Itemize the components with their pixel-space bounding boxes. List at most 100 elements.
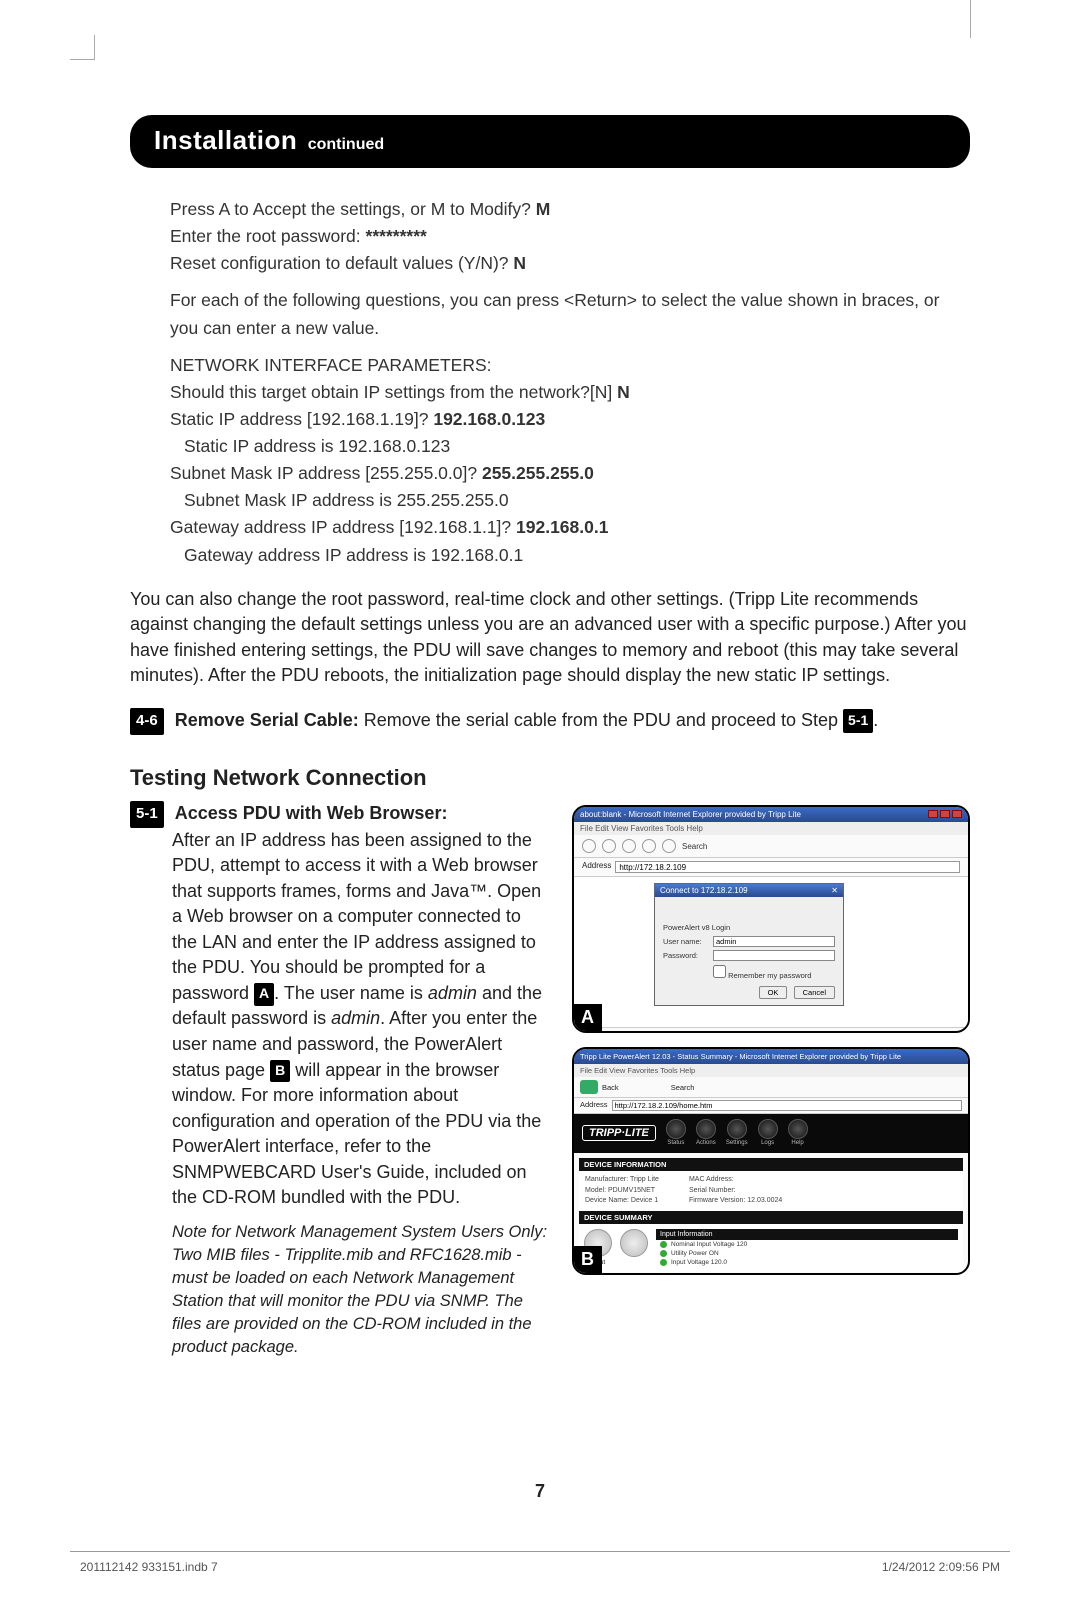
search-label: Search [682,842,707,851]
window-titlebar: Tripp Lite PowerAlert 12.03 - Status Sum… [574,1049,968,1064]
back-label: Back [602,1083,619,1092]
menu-bar: File Edit View Favorites Tools Help [574,822,968,835]
section-subtitle: continued [308,136,384,153]
remember-label: Remember my password [728,971,811,980]
forward-icon [602,839,616,853]
emphasis: admin [331,1008,380,1028]
page-number: 7 [0,1481,1080,1502]
text: Reset configuration to default values (Y… [170,253,513,273]
window-title: Tripp Lite PowerAlert 12.03 - Status Sum… [580,1052,901,1061]
cancel-button[interactable]: Cancel [794,986,835,999]
dialog-title: Connect to 172.18.2.109 [660,886,748,895]
info-row: Utility Power ON [671,1250,719,1257]
crop-mark [70,35,95,60]
ref-badge-a: A [254,983,274,1006]
step-ref-badge: 5-1 [843,709,873,733]
nav-icon [623,1081,635,1093]
note-paragraph: Note for Network Management System Users… [130,1221,550,1360]
terminal-transcript: Press A to Accept the settings, or M to … [170,196,970,569]
info-row: Manufacturer: Tripp Lite [585,1175,659,1186]
window-title: about:blank - Microsoft Internet Explore… [580,810,801,819]
window-controls [928,810,962,819]
back-icon [582,839,596,853]
home-icon [662,839,676,853]
address-input[interactable] [612,1100,962,1111]
status-dot-icon [660,1241,667,1248]
info-row: Device Name: Device 1 [585,1196,659,1207]
remember-checkbox[interactable] [713,965,726,978]
user-input: N [617,382,630,402]
text: For each of the following questions, you… [170,287,970,341]
password-label: Password: [663,951,708,960]
info-row: Model: PDUMV15NET [585,1186,659,1197]
nav-label: Help [791,1140,803,1146]
step-5-1: 5-1 Access PDU with Web Browser: After a… [130,801,550,1359]
screenshot-b: Tripp Lite PowerAlert 12.03 - Status Sum… [572,1047,970,1275]
text: After an IP address has been assigned to… [172,830,541,1003]
text: will appear in the browser window. For m… [172,1060,541,1208]
text: Subnet Mask IP address is 255.255.255.0 [170,487,970,514]
username-input[interactable] [713,936,835,947]
status-dot-icon [660,1259,667,1266]
text: Gateway address IP address [192.168.1.1]… [170,517,516,537]
crop-mark [970,0,971,38]
info-row: Firmware Version: 12.03.0024 [689,1196,782,1207]
tripplite-logo: TRIPP·LITE [582,1125,656,1141]
text: NETWORK INTERFACE PARAMETERS: [170,352,970,379]
help-icon [788,1119,808,1139]
info-row: MAC Address: [689,1175,782,1186]
two-column-layout: 5-1 Access PDU with Web Browser: After a… [130,801,970,1359]
step-badge: 5-1 [130,801,164,827]
login-dialog: Connect to 172.18.2.109✕ PowerAlert v8 L… [654,883,844,1006]
password-input[interactable] [713,950,835,961]
user-input: 192.168.0.1 [516,517,608,537]
logs-icon [758,1119,778,1139]
user-input: 255.255.255.0 [482,463,594,483]
nav-label: Logs [761,1140,774,1146]
text: Press A to Accept the settings, or M to … [170,199,536,219]
browser-toolbar: Back Search [574,1077,968,1098]
search-label: Search [671,1083,695,1092]
nav-label: Settings [726,1140,748,1146]
nav-label: Status [667,1140,684,1146]
screenshot-a: about:blank - Microsoft Internet Explore… [572,805,970,1033]
paragraph: You can also change the root password, r… [130,587,970,689]
status-icon [666,1119,686,1139]
window-titlebar: about:blank - Microsoft Internet Explore… [574,807,968,822]
footer-left: 201112142 933151.indb 7 [80,1560,218,1574]
text: . The user name is [274,983,428,1003]
zone-label: Internet [937,1030,962,1033]
nav-label: Actions [696,1140,716,1146]
refresh-icon [642,839,656,853]
section-heading: DEVICE INFORMATION [579,1158,963,1171]
document-page: Installation continued Press A to Accept… [0,0,1080,1612]
step-title: Access PDU with Web Browser: [175,803,448,823]
step-badge: 4-6 [130,708,164,736]
user-input: M [536,199,551,219]
info-row: Input Voltage 120.0 [671,1259,727,1266]
step-4-6: 4-6 Remove Serial Cable: Remove the seri… [130,707,970,736]
section-header: Installation continued [130,115,970,168]
text: . [873,710,878,730]
print-footer: 201112142 933151.indb 7 1/24/2012 2:09:5… [80,1560,1000,1574]
close-icon[interactable]: ✕ [831,886,838,895]
back-button [580,1080,598,1094]
section-heading: DEVICE SUMMARY [579,1211,963,1224]
text: Remove the serial cable from the PDU and… [359,710,843,730]
ok-button[interactable]: OK [759,986,788,999]
text: Static IP address [192.168.1.19]? [170,409,433,429]
stop-icon [622,839,636,853]
gauge-icon [620,1229,648,1257]
text: Static IP address is 192.168.0.123 [170,433,970,460]
address-input[interactable] [615,861,960,873]
info-row: Serial Number: [689,1186,782,1197]
text: Gateway address IP address is 192.168.0.… [170,542,970,569]
actions-icon [696,1119,716,1139]
nav-icon [639,1081,651,1093]
status-dot-icon [660,1250,667,1257]
emphasis: admin [428,983,477,1003]
footer-right: 1/24/2012 2:09:56 PM [882,1560,1000,1574]
section-title: Installation [154,125,297,155]
username-label: User name: [663,937,708,946]
poweralert-navbar: TRIPP·LITE Status Actions Settings Logs … [574,1114,968,1153]
